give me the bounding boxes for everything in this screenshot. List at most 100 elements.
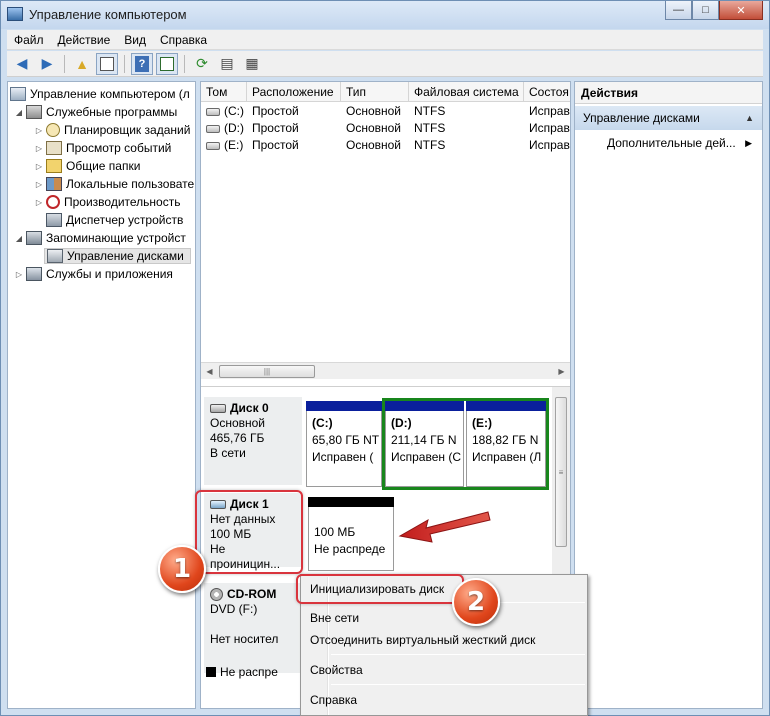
tree-node-scheduler[interactable]: ▷ Планировщик заданий: [34, 121, 221, 139]
step-badge-2: 2: [452, 578, 500, 626]
scrollbar-thumb[interactable]: |||: [219, 365, 315, 378]
tree-node-localusers[interactable]: ▷ Локальные пользовате: [34, 175, 221, 193]
expand-icon[interactable]: ▷: [34, 144, 44, 153]
tree-node-diskmgmt[interactable]: Управление дисками: [44, 247, 194, 265]
title-bar[interactable]: Управление компьютером — □ ✕: [1, 1, 769, 29]
expand-icon[interactable]: ▷: [34, 162, 44, 171]
show-tree-icon[interactable]: [96, 52, 118, 75]
unallocated-bar: [308, 497, 394, 507]
menu-bar: Файл Действие Вид Справка: [7, 30, 763, 50]
scroll-left-icon[interactable]: ◀: [201, 363, 218, 380]
column-header-filesystem[interactable]: Файловая система: [409, 82, 524, 102]
layout-cell: Простой: [252, 138, 299, 152]
export-icon[interactable]: ▤: [216, 53, 238, 75]
tree-node-label: Производительность: [64, 195, 181, 209]
properties-icon[interactable]: ▦: [241, 53, 263, 75]
type-cell: Основной: [346, 121, 402, 135]
tree-node-shared[interactable]: ▷ Общие папки: [34, 157, 221, 175]
window-title: Управление компьютером: [29, 7, 187, 22]
disk-status: В сети: [210, 446, 246, 460]
actions-pane: Действия Управление дисками ▲ Дополнител…: [574, 81, 763, 709]
expand-icon[interactable]: ▷: [34, 126, 44, 135]
highlight-initialize-disk: [296, 574, 464, 604]
unallocated-space[interactable]: 100 МБ Не распреде: [308, 497, 394, 571]
partition-name: (C:): [312, 416, 333, 430]
expand-icon[interactable]: ▷: [34, 180, 44, 189]
partition-size: 65,80 ГБ NT: [312, 433, 380, 447]
disk-size: 465,76 ГБ: [210, 431, 265, 445]
tree-node-label: Управление дисками: [67, 249, 184, 263]
forward-icon[interactable]: ▶: [36, 53, 58, 75]
partition-c[interactable]: (C:) 65,80 ГБ NT Исправен (: [306, 401, 382, 487]
tree-node-label: Управление компьютером (л: [30, 87, 190, 101]
tree-node-tools[interactable]: ◢ Служебные программы: [14, 103, 201, 121]
actions-section-disk-management[interactable]: Управление дисками ▲: [575, 106, 762, 130]
scrollbar-thumb[interactable]: ≡: [555, 397, 567, 547]
legend-label: Не распре: [220, 665, 278, 679]
scroll-right-icon[interactable]: ▶: [553, 363, 570, 380]
shared-folder-icon: [46, 159, 62, 173]
menu-action[interactable]: Действие: [51, 33, 118, 47]
maximize-button[interactable]: □: [692, 1, 719, 20]
collapse-icon[interactable]: ▲: [745, 106, 754, 130]
menu-separator: [331, 654, 585, 655]
more-actions-link[interactable]: Дополнительные дей...: [607, 133, 757, 153]
volume-name-cell: (D:): [201, 120, 247, 137]
tree-node-eventviewer[interactable]: ▷ Просмотр событий: [34, 139, 221, 157]
volume-row[interactable]: (C:) Простой Основной NTFS Исправ: [201, 103, 570, 120]
help-icon[interactable]: ?: [131, 52, 153, 75]
refresh-icon[interactable]: ⟳: [191, 53, 213, 75]
back-icon[interactable]: ◀: [11, 53, 33, 75]
device-manager-icon: [46, 213, 62, 227]
column-header-layout[interactable]: Расположение: [247, 82, 341, 102]
expand-icon[interactable]: ▷: [14, 270, 24, 279]
tree-node-label: Диспетчер устройств: [66, 213, 184, 227]
status-cell: Исправ: [529, 121, 570, 135]
tree-node-label: Службы и приложения: [46, 267, 173, 281]
cdrom-label[interactable]: CD-ROM DVD (F:) Нет носител: [204, 583, 302, 673]
close-button[interactable]: ✕: [719, 1, 763, 20]
tools-icon: [26, 105, 42, 119]
column-header-status[interactable]: Состоя: [524, 82, 570, 102]
toolbar-separator: [124, 54, 125, 73]
actions-header: Действия: [575, 82, 762, 104]
hard-disk-icon: [206, 124, 220, 133]
media-status: Нет носител: [210, 632, 279, 646]
up-folder-icon[interactable]: ▲: [71, 53, 93, 75]
submenu-arrow-icon: ▶: [745, 138, 752, 148]
menu-properties[interactable]: Свойства: [303, 659, 585, 681]
hard-disk-icon: [210, 404, 226, 413]
menu-detach-vhd[interactable]: Отсоединить виртуальный жесткий диск: [303, 629, 585, 651]
computer-icon: [10, 87, 26, 101]
menu-file[interactable]: Файл: [7, 33, 51, 47]
menu-view[interactable]: Вид: [117, 33, 153, 47]
tree-node-storage[interactable]: ◢ Запоминающие устройст: [14, 229, 201, 247]
volume-row[interactable]: (D:) Простой Основной NTFS Исправ: [201, 120, 570, 137]
drive-letter: DVD (F:): [210, 602, 258, 616]
volume-list-hscrollbar[interactable]: ◀ ||| ▶: [201, 362, 570, 379]
tree-node-root[interactable]: Управление компьютером (л: [8, 85, 195, 103]
menu-offline[interactable]: Вне сети: [303, 607, 585, 629]
clock-icon: [46, 123, 60, 137]
tree-node-label: Служебные программы: [46, 105, 178, 119]
status-cell: Исправ: [529, 138, 570, 152]
disk-0-label[interactable]: Диск 0 Основной 465,76 ГБ В сети: [204, 397, 302, 485]
annotation-arrow: [398, 511, 491, 543]
menu-help[interactable]: Справка: [153, 33, 214, 47]
expand-icon[interactable]: ▷: [34, 198, 44, 207]
tree-node-label: Запоминающие устройст: [46, 231, 186, 245]
minimize-button[interactable]: —: [665, 1, 692, 20]
column-header-type[interactable]: Тип: [341, 82, 409, 102]
expand-open-icon[interactable]: ◢: [14, 108, 24, 117]
show-action-pane-icon[interactable]: [156, 52, 178, 75]
volume-row[interactable]: (E:) Простой Основной NTFS Исправ: [201, 137, 570, 154]
expand-open-icon[interactable]: ◢: [14, 234, 24, 243]
arrow-shape: [398, 511, 491, 543]
tree-node-label: Планировщик заданий: [64, 123, 191, 137]
layout-cell: Простой: [252, 121, 299, 135]
menu-help-item[interactable]: Справка: [303, 689, 585, 711]
tree-node-services[interactable]: ▷ Службы и приложения: [14, 265, 201, 283]
tree-node-performance[interactable]: ▷ Производительность: [34, 193, 221, 211]
app-icon: [7, 7, 23, 21]
column-header-volume[interactable]: Том: [201, 82, 247, 102]
